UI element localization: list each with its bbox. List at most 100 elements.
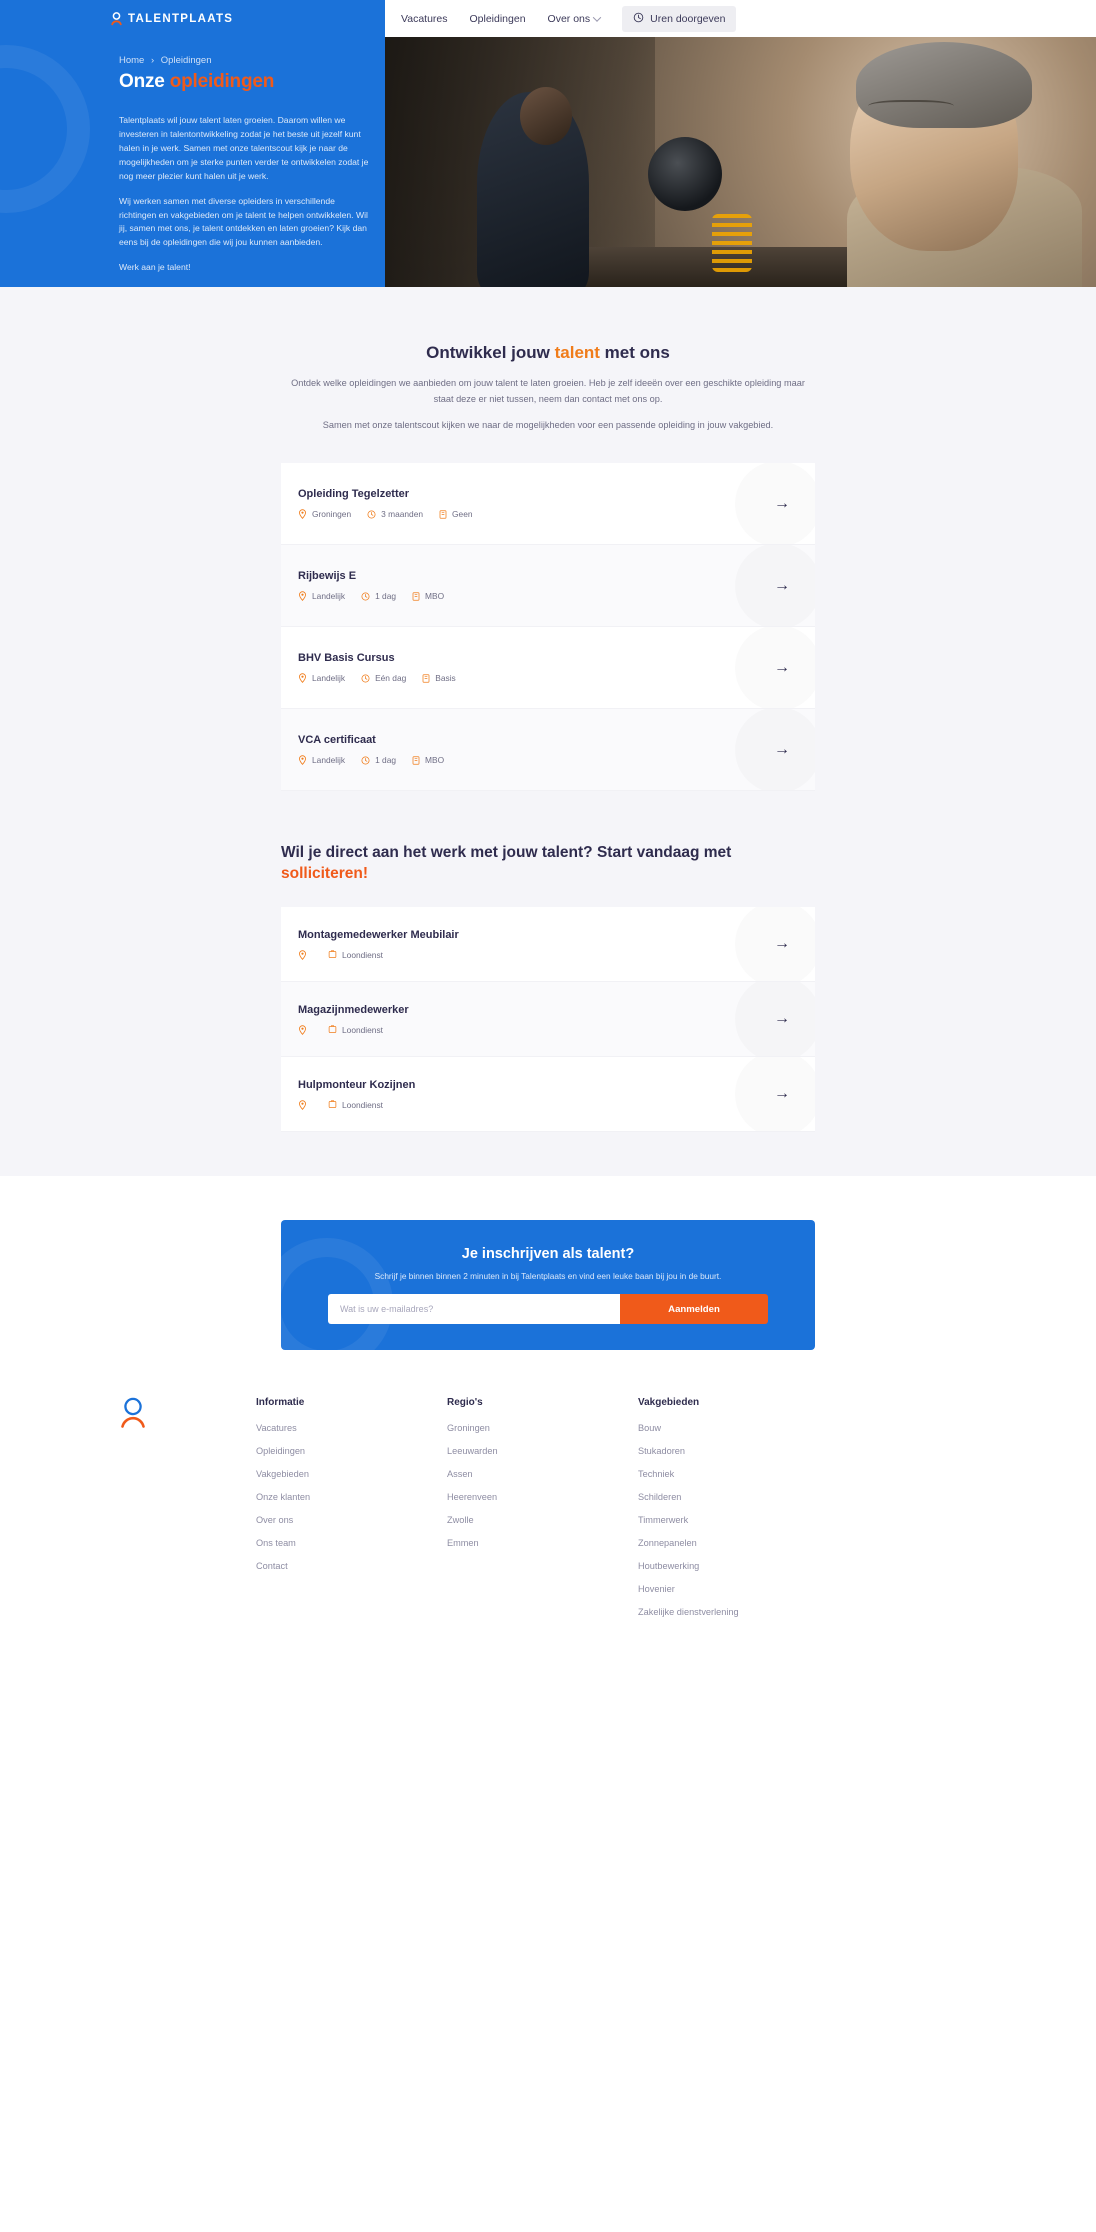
course-level-label: Geen [452,509,473,520]
footer-link[interactable]: Over ons [256,1515,447,1525]
location-pin-icon [298,755,307,766]
footer-link[interactable]: Techniek [638,1469,829,1479]
nav-label: Opleidingen [469,12,526,25]
footer-link[interactable]: Leeuwarden [447,1446,638,1456]
course-arrow-button[interactable]: → [773,577,791,595]
job-card[interactable]: Magazijnmedewerker Loondienst → [281,982,815,1058]
job-type: Loondienst [328,1100,383,1110]
hero-decoration-circle [0,45,90,213]
footer-link[interactable]: Onze klanten [256,1492,447,1502]
course-duration: Eén dag [361,673,406,683]
signup-form: Aanmelden [328,1294,768,1325]
breadcrumb-current: Opleidingen [160,55,212,66]
course-title: Rijbewijs E [298,570,357,583]
course-level-label: MBO [425,591,445,602]
location-pin-icon [298,673,307,684]
job-title: Magazijnmedewerker [298,1003,409,1016]
signup-section: Je inschrijven als talent? Schrijf je bi… [0,1176,1096,1351]
footer-column-vakgebieden: Vakgebieden Bouw Stukadoren Techniek Sch… [638,1397,829,1630]
footer-link-columns: Informatie Vacatures Opleidingen Vakgebi… [256,1397,1096,1630]
course-meta: Groningen 3 maanden Geen [298,509,773,519]
course-meta: Landelijk 1 dag MBO [298,755,773,765]
job-type: Loondienst [328,1025,383,1035]
job-type-label: Loondienst [342,1024,383,1035]
footer-link[interactable]: Assen [447,1469,638,1479]
footer-link[interactable]: Zakelijke dienstverlening [638,1607,829,1617]
workshop-photo [385,37,1096,287]
job-card[interactable]: Montagemedewerker Meubilair Loondienst → [281,907,815,983]
location-pin-icon [298,1099,307,1110]
job-type: Loondienst [328,950,383,960]
footer-link[interactable]: Zonnepanelen [638,1538,829,1548]
site-header: TALENTPLAATS Vacatures Opleidingen Over … [0,0,1096,37]
arrow-right-icon: → [774,494,790,512]
footer-link[interactable]: Timmerwerk [638,1515,829,1525]
footer-link[interactable]: Bouw [638,1423,829,1433]
book-icon [422,674,430,683]
signup-title: Je inschrijven als talent? [461,1246,635,1263]
footer-link[interactable]: Vakgebieden [256,1469,447,1479]
hero-section: Home › Opleidingen Onze opleidingen Tale… [0,37,1096,287]
site-logo[interactable]: TALENTPLAATS [110,11,233,26]
course-card[interactable]: Rijbewijs E Landelijk 1 dag MBO → [281,545,815,628]
breadcrumb-separator: › [150,55,155,66]
nav-item-vacatures[interactable]: Vacatures [401,13,448,25]
logo-block: TALENTPLAATS [0,0,385,37]
courses-list: Opleiding Tegelzetter Groningen 3 maande… [281,463,815,792]
footer-link[interactable]: Ons team [256,1538,447,1548]
signup-card: Je inschrijven als talent? Schrijf je bi… [281,1220,815,1351]
footer-link[interactable]: Stukadoren [638,1446,829,1456]
main-content: Ontwikkel jouw talent met ons Ontdek wel… [0,287,1096,1351]
courses-intro: Ontwikkel jouw talent met ons Ontdek wel… [281,343,815,433]
hero-paragraph-1: Talentplaats wil jouw talent laten groei… [119,115,369,181]
footer-link[interactable]: Emmen [447,1538,638,1548]
signup-submit-button[interactable]: Aanmelden [620,1294,768,1325]
clock-icon [367,510,376,519]
course-arrow-button[interactable]: → [773,741,791,759]
footer-link[interactable]: Houtbewerking [638,1561,829,1571]
footer-link[interactable]: Groningen [447,1423,638,1433]
nav-label: Vacatures [401,12,448,25]
course-duration: 1 dag [361,591,396,601]
footer-link[interactable]: Hovenier [638,1584,829,1594]
footer-column-informatie: Informatie Vacatures Opleidingen Vakgebi… [256,1397,447,1630]
footer-link[interactable]: Contact [256,1561,447,1571]
course-arrow-button[interactable]: → [773,659,791,677]
job-arrow-button[interactable]: → [773,935,791,953]
nav-item-over-ons[interactable]: Over ons [548,12,602,25]
footer-link[interactable]: Vacatures [256,1423,447,1433]
uren-doorgeven-button[interactable]: Uren doorgeven [622,5,737,32]
footer-link[interactable]: Schilderen [638,1492,829,1502]
course-location: Landelijk [298,673,345,683]
nav-item-opleidingen[interactable]: Opleidingen [470,13,526,25]
course-card[interactable]: VCA certificaat Landelijk 1 dag MBO → [281,709,815,792]
contract-icon [328,950,337,959]
courses-subtitle-1: Ontdek welke opleidingen we aanbieden om… [291,378,805,405]
course-card[interactable]: Opleiding Tegelzetter Groningen 3 maande… [281,463,815,546]
job-meta: Loondienst [298,950,773,960]
footer-link[interactable]: Opleidingen [256,1446,447,1456]
footer-link[interactable]: Heerenveen [447,1492,638,1502]
course-location-label: Landelijk [312,673,346,684]
book-icon [412,592,420,601]
uren-doorgeven-label: Uren doorgeven [650,12,726,25]
job-type-label: Loondienst [342,1099,383,1110]
hero-text-panel: Home › Opleidingen Onze opleidingen Tale… [0,37,385,287]
course-location: Landelijk [298,591,345,601]
job-card[interactable]: Hulpmonteur Kozijnen Loondienst → [281,1057,815,1133]
footer-link[interactable]: Zwolle [447,1515,638,1525]
course-card[interactable]: BHV Basis Cursus Landelijk Eén dag Basis [281,627,815,710]
chevron-down-icon [592,12,602,22]
email-input[interactable] [328,1294,620,1325]
book-icon [412,756,420,765]
course-location-label: Landelijk [312,755,346,766]
arrow-right-icon: → [774,740,790,758]
footer-logo-icon[interactable] [118,1397,148,1431]
breadcrumb-home[interactable]: Home [119,55,144,66]
job-arrow-button[interactable]: → [773,1085,791,1103]
hero-paragraph-2: Wij werken samen met diverse opleiders i… [119,195,368,248]
job-title: Montagemedewerker Meubilair [298,928,459,941]
course-arrow-button[interactable]: → [773,495,791,513]
job-arrow-button[interactable]: → [773,1010,791,1028]
job-location [298,1099,312,1110]
